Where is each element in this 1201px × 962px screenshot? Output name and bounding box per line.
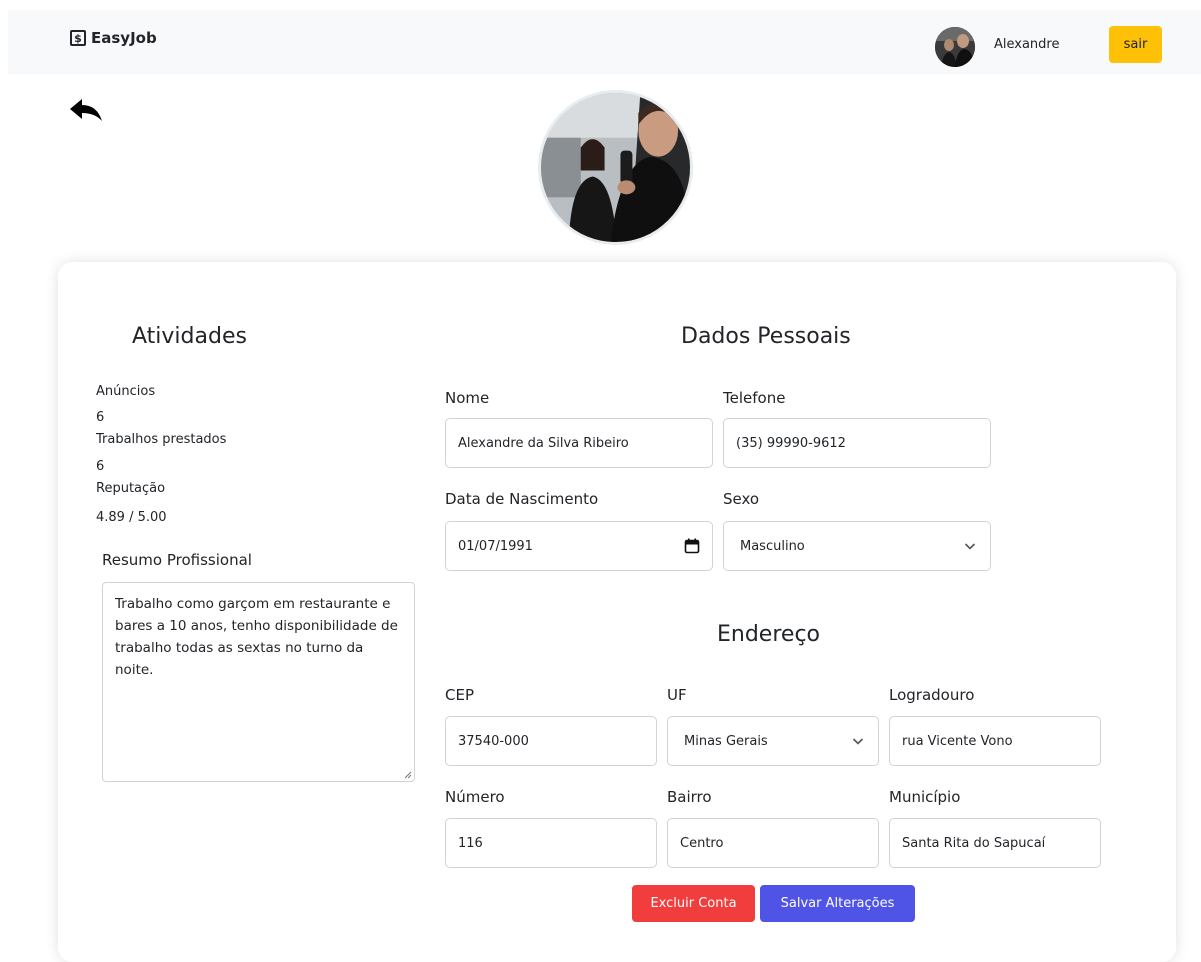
district-label: Bairro [667, 788, 712, 806]
birth-date-input[interactable]: 01/07/1991 [445, 521, 713, 571]
calendar-icon[interactable] [684, 538, 700, 554]
activities-title: Atividades [132, 324, 247, 349]
street-input[interactable]: rua Vicente Vono [889, 716, 1101, 766]
delete-account-button[interactable]: Excluir Conta [632, 885, 755, 922]
number-label: Número [445, 788, 505, 806]
reputation-label: Reputação [96, 481, 166, 496]
ads-value: 6 [96, 410, 105, 425]
user-name: Alexandre [994, 37, 1060, 52]
chevron-down-icon [852, 738, 864, 745]
avatar[interactable] [935, 27, 975, 67]
save-changes-button[interactable]: Salvar Alterações [760, 885, 915, 922]
cep-label: CEP [445, 686, 474, 704]
jobs-label: Trabalhos prestados [96, 432, 227, 447]
brand[interactable]: $ EasyJob [70, 29, 157, 47]
summary-textarea[interactable]: Trabalho como garçom em restaurante e ba… [102, 582, 415, 782]
reputation-value: 4.89 / 5.00 [96, 510, 167, 525]
uf-label: UF [667, 686, 687, 704]
navbar: $ EasyJob Alexandre sair [8, 10, 1201, 74]
district-input[interactable]: Centro [667, 818, 879, 868]
name-input[interactable]: Alexandre da Silva Ribeiro [445, 418, 713, 468]
brand-name: EasyJob [91, 29, 157, 47]
city-label: Município [889, 788, 961, 806]
sex-select[interactable]: Masculino [723, 521, 991, 571]
number-input[interactable]: 116 [445, 818, 657, 868]
chevron-down-icon [964, 543, 976, 550]
summary-label: Resumo Profissional [102, 551, 252, 569]
profile-card: Atividades Anúncios 6 Trabalhos prestado… [58, 262, 1176, 962]
sex-label: Sexo [723, 490, 760, 508]
logout-button[interactable]: sair [1109, 26, 1162, 63]
personal-data-title: Dados Pessoais [681, 324, 851, 349]
cep-input[interactable]: 37540-000 [445, 716, 657, 766]
jobs-value: 6 [96, 459, 105, 474]
uf-select[interactable]: Minas Gerais [667, 716, 879, 766]
birth-date-label: Data de Nascimento [445, 490, 599, 508]
dollar-icon: $ [70, 30, 86, 46]
profile-picture[interactable] [538, 90, 693, 245]
phone-label: Telefone [723, 389, 786, 407]
address-title: Endereço [717, 622, 820, 647]
resize-grip-icon[interactable] [402, 769, 412, 779]
ads-label: Anúncios [96, 384, 156, 399]
city-input[interactable]: Santa Rita do Sapucaí [889, 818, 1101, 868]
street-label: Logradouro [889, 686, 975, 704]
phone-input[interactable]: (35) 99990-9612 [723, 418, 991, 468]
summary-text: Trabalho como garçom em restaurante e ba… [115, 596, 398, 678]
name-label: Nome [445, 389, 490, 407]
back-arrow-icon[interactable] [68, 98, 106, 128]
